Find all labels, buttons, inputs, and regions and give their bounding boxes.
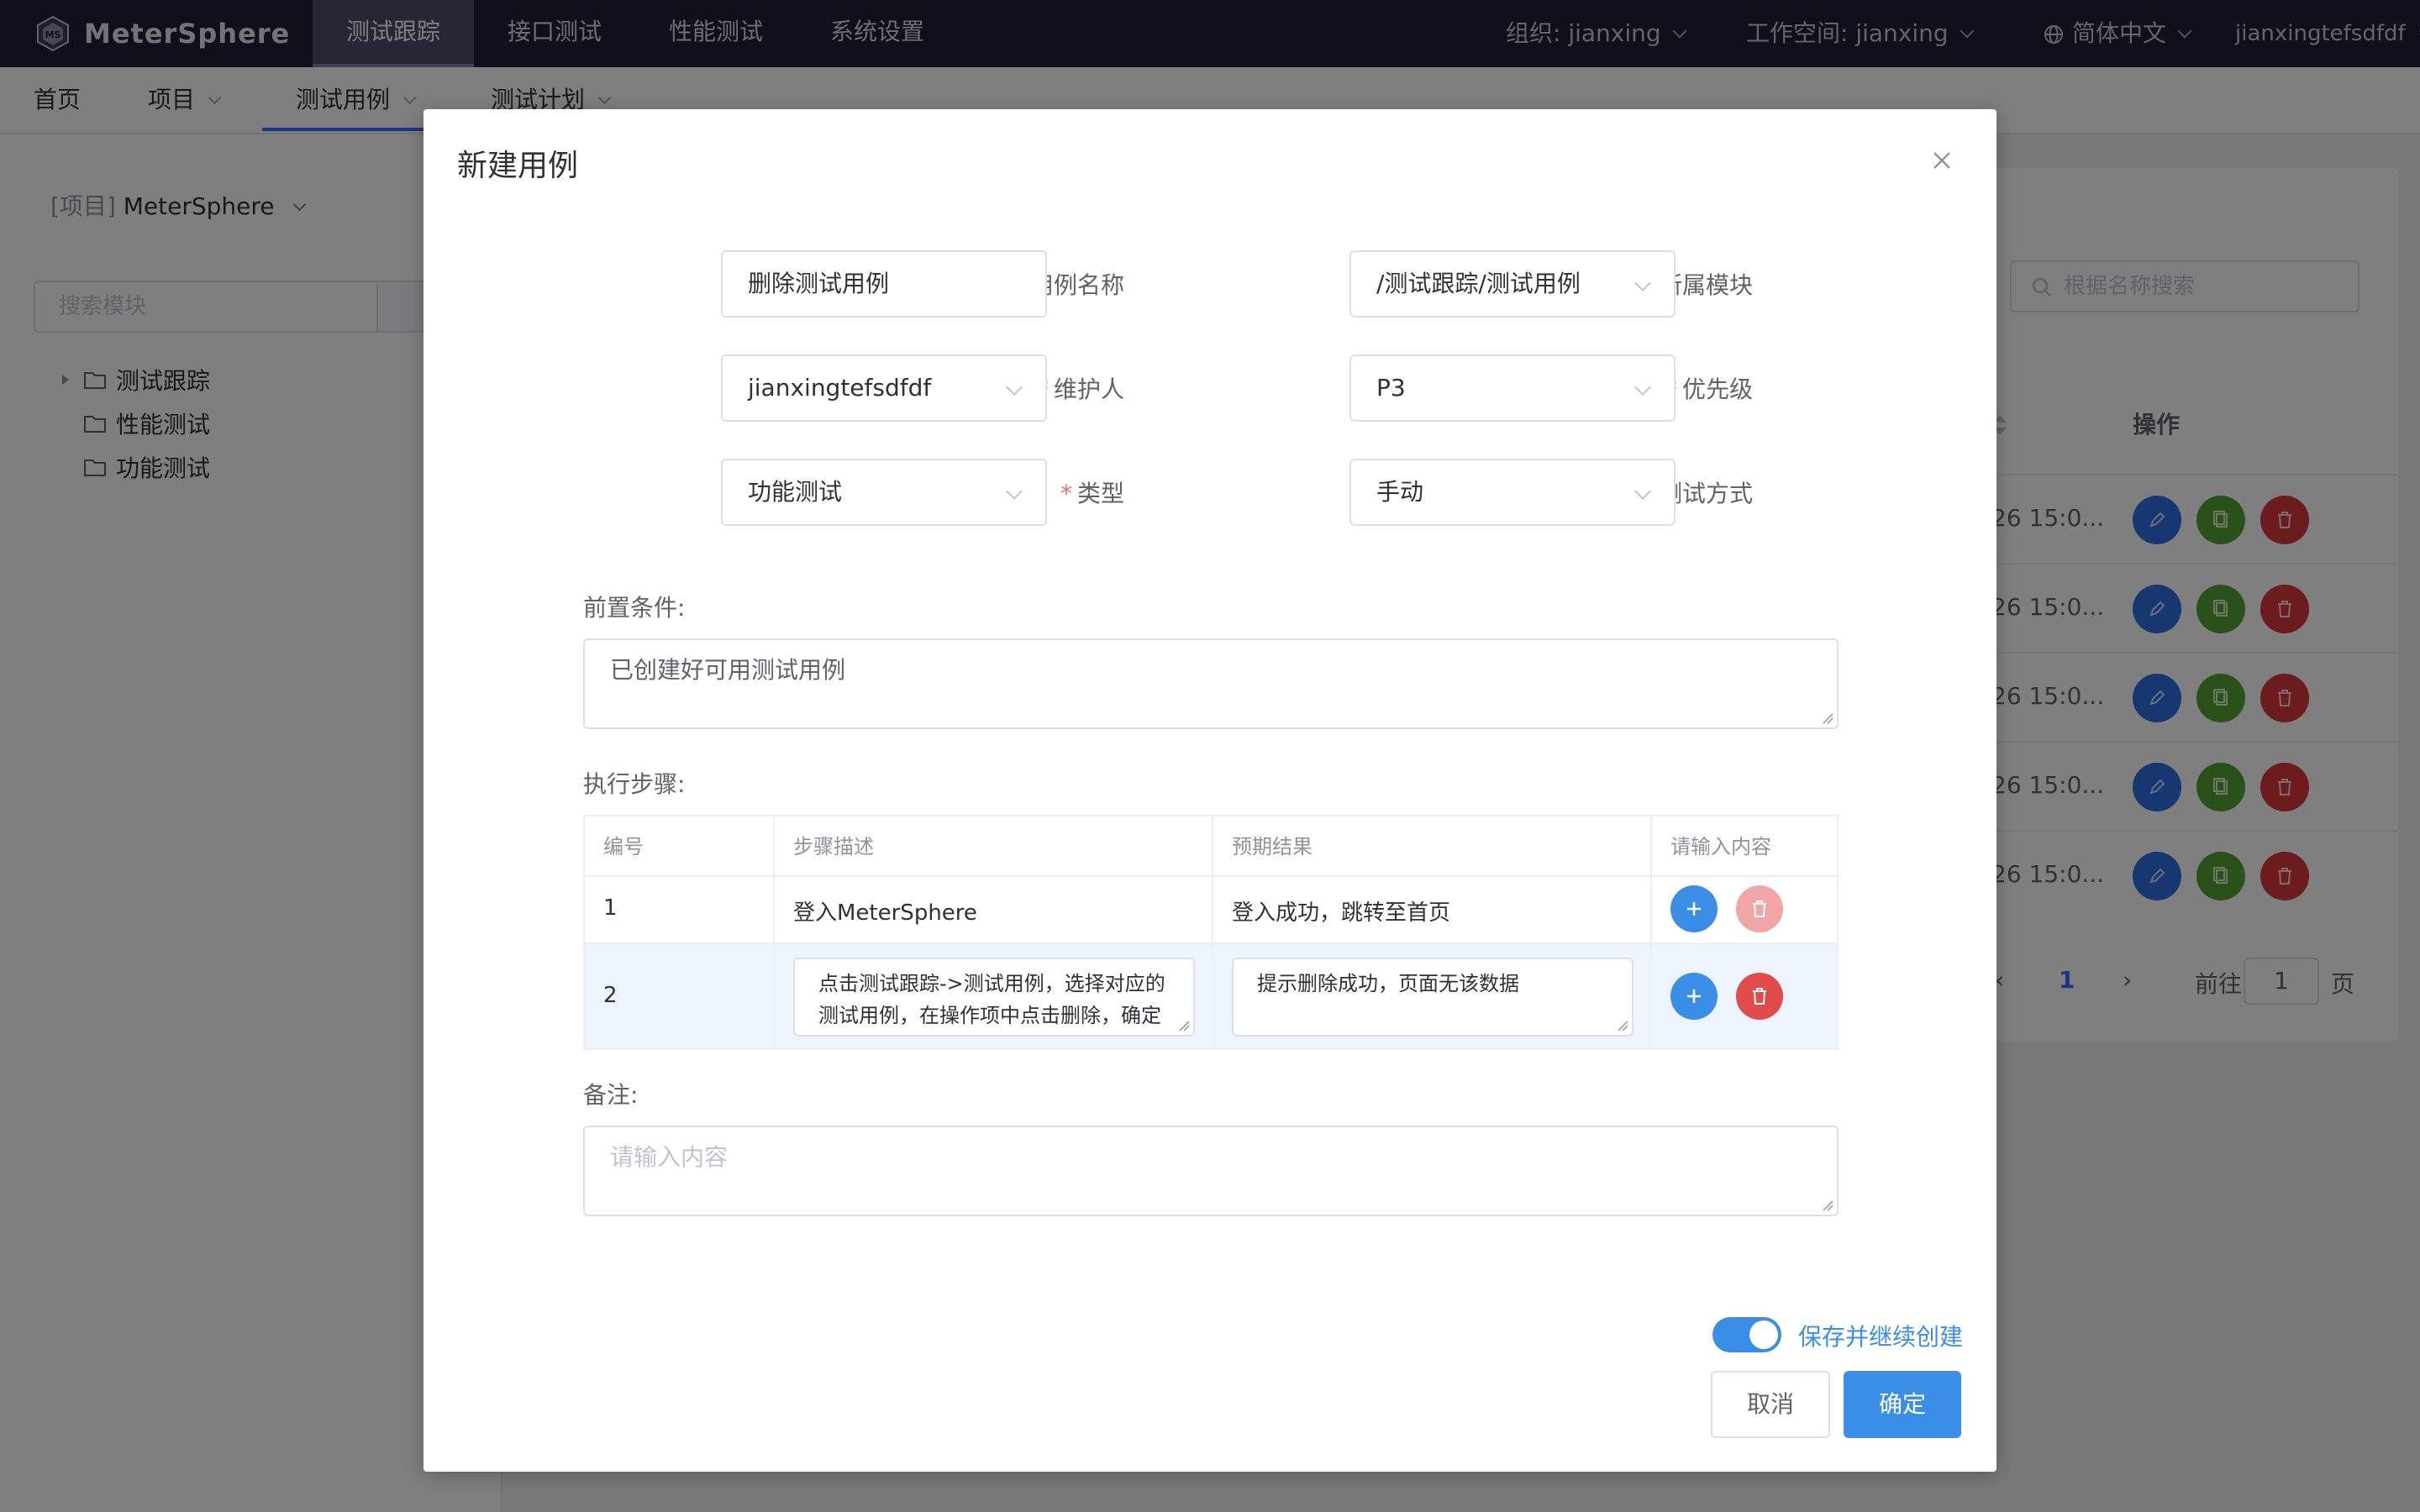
- step-number: 2: [603, 983, 618, 1008]
- remark-label: 备注:: [583, 1081, 639, 1109]
- plus-icon: [1687, 902, 1701, 916]
- remark-textarea[interactable]: 请输入内容: [583, 1126, 1839, 1216]
- resize-handle-icon[interactable]: [1178, 1020, 1190, 1032]
- step-description-textarea[interactable]: 点击测试跟踪->测试用例，选择对应的 测试用例，在操作项中点击删除，确定: [793, 958, 1195, 1037]
- steps-table: 编号 步骤描述 预期结果 请输入内容 1 登入MeterSphere 登入成功，…: [583, 815, 1839, 1050]
- module-select-value: /测试跟踪/测试用例: [1376, 270, 1581, 297]
- chevron-down-icon: [1006, 379, 1023, 396]
- continue-create-switch[interactable]: [1712, 1317, 1781, 1352]
- step-desc-line: 测试用例，在操作项中点击删除，确定: [818, 1004, 1161, 1027]
- resize-handle-icon[interactable]: [1822, 712, 1833, 724]
- case-name-input[interactable]: 删除测试用例: [721, 250, 1047, 318]
- maintainer-select-value: jianxingtefsdfdf: [748, 374, 932, 402]
- delete-step-button[interactable]: [1736, 973, 1783, 1020]
- add-step-button[interactable]: [1670, 973, 1718, 1020]
- delete-step-button[interactable]: [1736, 885, 1783, 932]
- new-case-dialog: 新建用例 *用例名称 删除测试用例 *所属模块 /测试跟踪/测试用例 *维护人 …: [424, 109, 1996, 1472]
- step-expected-textarea[interactable]: 提示删除成功，页面无该数据: [1232, 958, 1634, 1037]
- resize-handle-icon[interactable]: [1617, 1020, 1628, 1032]
- confirm-button[interactable]: 确定: [1844, 1371, 1961, 1438]
- resize-handle-icon[interactable]: [1822, 1200, 1833, 1211]
- step-expected-result[interactable]: 登入成功，跳转至首页: [1213, 895, 1450, 927]
- test-method-select[interactable]: 手动: [1349, 459, 1676, 526]
- step-number: 1: [603, 895, 618, 921]
- cancel-button[interactable]: 取消: [1711, 1371, 1830, 1438]
- col-header-step-desc: 步骤描述: [793, 835, 874, 858]
- chevron-down-icon: [1634, 275, 1651, 291]
- col-header-expected: 预期结果: [1232, 835, 1313, 858]
- precondition-value: 已创建好可用测试用例: [610, 656, 846, 684]
- priority-label: *优先级: [1665, 375, 1753, 403]
- steps-label: 执行步骤:: [583, 770, 686, 798]
- continue-create-label[interactable]: 保存并继续创建: [1798, 1319, 1963, 1352]
- maintainer-label: *维护人: [1037, 375, 1124, 403]
- precondition-textarea[interactable]: 已创建好可用测试用例: [583, 638, 1839, 729]
- type-label: * 类型: [1060, 480, 1124, 507]
- chevron-down-icon: [1634, 379, 1651, 396]
- switch-knob: [1749, 1320, 1778, 1349]
- test-method-select-value: 手动: [1376, 478, 1424, 506]
- trash-icon: [1753, 900, 1766, 917]
- chevron-down-icon: [1634, 483, 1651, 500]
- type-select[interactable]: 功能测试: [721, 459, 1047, 526]
- col-header-number: 编号: [603, 835, 644, 858]
- precondition-label: 前置条件:: [583, 594, 686, 622]
- dialog-title: 新建用例: [457, 149, 579, 183]
- priority-select-value: P3: [1376, 374, 1406, 402]
- trash-icon: [1753, 988, 1766, 1005]
- add-step-button[interactable]: [1670, 885, 1718, 932]
- type-select-value: 功能测试: [748, 478, 843, 506]
- module-select[interactable]: /测试跟踪/测试用例: [1349, 250, 1676, 318]
- close-icon[interactable]: [1928, 146, 1956, 175]
- chevron-down-icon: [1006, 483, 1023, 500]
- step-desc-line: 点击测试跟踪->测试用例，选择对应的: [818, 972, 1165, 995]
- priority-select[interactable]: P3: [1349, 354, 1676, 422]
- remark-placeholder: 请输入内容: [610, 1143, 729, 1171]
- step-description[interactable]: 登入MeterSphere: [775, 895, 977, 927]
- step-expected-line: 提示删除成功，页面无该数据: [1257, 972, 1519, 995]
- col-header-actions: 请输入内容: [1670, 835, 1771, 858]
- maintainer-select[interactable]: jianxingtefsdfdf: [721, 354, 1047, 422]
- plus-icon: [1687, 990, 1701, 1003]
